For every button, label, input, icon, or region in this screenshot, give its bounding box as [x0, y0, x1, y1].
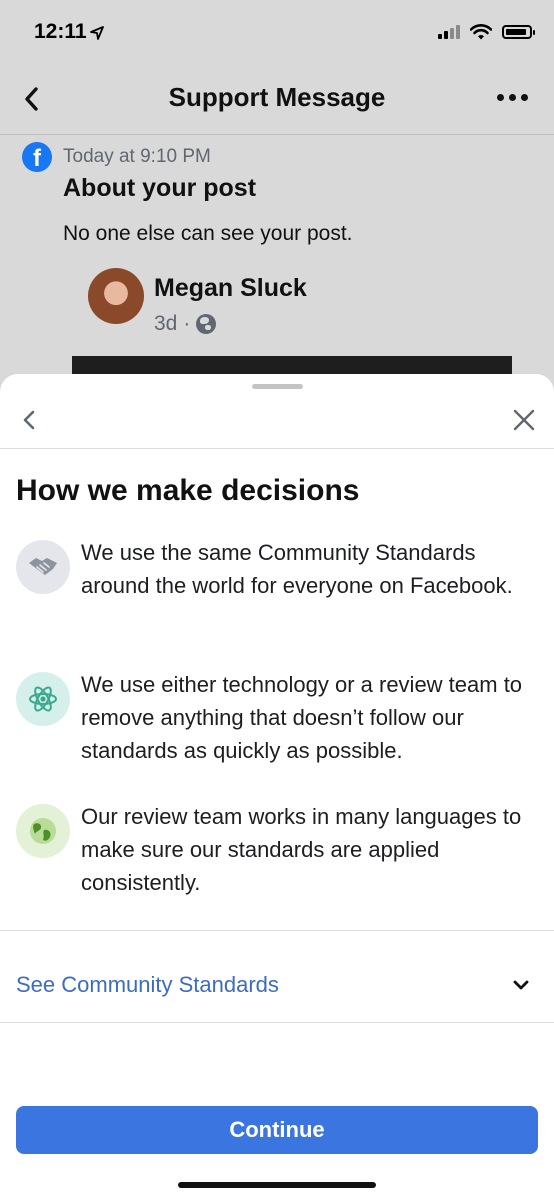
see-community-standards-link[interactable]: See Community Standards: [16, 972, 279, 998]
sheet-header: [0, 392, 554, 449]
globe-icon: [16, 804, 70, 858]
meta-separator: ·: [183, 312, 191, 335]
more-options-icon[interactable]: [497, 94, 528, 101]
post-age: 3d: [154, 312, 178, 335]
battery-icon: [502, 25, 535, 39]
continue-button[interactable]: Continue: [16, 1106, 538, 1154]
message-timestamp: Today at 9:10 PM: [63, 146, 211, 167]
status-indicators: [438, 24, 535, 40]
sheet-back-icon[interactable]: [18, 406, 40, 434]
page-title: Support Message: [168, 82, 386, 112]
close-icon[interactable]: [510, 406, 538, 434]
message-heading: About your post: [63, 174, 257, 202]
bottom-sheet: How we make decisions We use the same Co…: [0, 374, 554, 1200]
status-time: 12:11: [34, 20, 87, 43]
chevron-down-icon[interactable]: [512, 976, 530, 994]
home-indicator: [178, 1182, 376, 1188]
location-arrow-icon: [90, 26, 104, 40]
handshake-icon: [16, 540, 70, 594]
message-body: No one else can see your post.: [63, 222, 353, 245]
divider: [0, 1022, 554, 1023]
atom-icon: [16, 672, 70, 726]
divider: [0, 930, 554, 931]
avatar: [88, 268, 144, 324]
public-globe-icon: [196, 314, 217, 334]
status-bar: 12:11: [0, 0, 554, 66]
cellular-signal-icon: [438, 25, 460, 39]
reason-text: Our review team works in many languages …: [81, 804, 522, 895]
sheet-title: How we make decisions: [16, 474, 360, 507]
reason-text: We use the same Community Standards arou…: [81, 540, 513, 598]
facebook-logo-icon: f: [22, 142, 52, 172]
reason-text: We use either technology or a review tea…: [81, 672, 523, 763]
post-meta: 3d ·: [154, 312, 217, 336]
post-author-name: Megan Sluck: [154, 274, 307, 302]
sheet-grabber[interactable]: [252, 384, 303, 389]
navigation-bar: Support Message: [0, 66, 554, 135]
wifi-icon: [470, 24, 492, 40]
